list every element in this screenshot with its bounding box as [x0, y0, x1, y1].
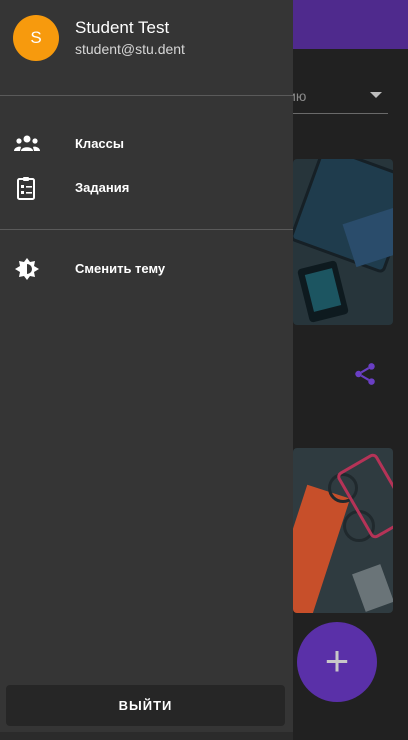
nav-item-classes[interactable]: Классы	[0, 124, 293, 164]
nav-item-label: Задания	[75, 180, 130, 195]
divider	[0, 229, 293, 230]
sort-dropdown[interactable]: ию	[288, 80, 388, 114]
divider	[0, 95, 293, 96]
plus-icon: +	[324, 636, 350, 684]
navigation-drawer: S Student Test student@stu.dent Классы З…	[0, 0, 293, 740]
assignment-icon	[17, 177, 35, 200]
class-card-image[interactable]	[293, 159, 393, 325]
class-card-image[interactable]	[293, 448, 393, 613]
add-button[interactable]: +	[297, 622, 377, 702]
drawer-bottom-edge	[0, 732, 293, 740]
logout-button[interactable]: ВЫЙТИ	[6, 685, 285, 726]
nav-item-label: Сменить тему	[75, 261, 166, 276]
nav-item-change-theme[interactable]: Сменить тему	[0, 249, 293, 289]
dropdown-arrow-icon	[370, 92, 382, 98]
nav-item-tasks[interactable]: Задания	[0, 168, 293, 208]
share-icon[interactable]	[352, 361, 378, 387]
brightness-icon	[15, 258, 39, 280]
nav-item-label: Классы	[75, 136, 124, 151]
user-email: student@stu.dent	[75, 41, 185, 57]
user-name: Student Test	[75, 18, 170, 37]
people-icon	[14, 135, 40, 151]
avatar[interactable]: S	[13, 15, 59, 61]
